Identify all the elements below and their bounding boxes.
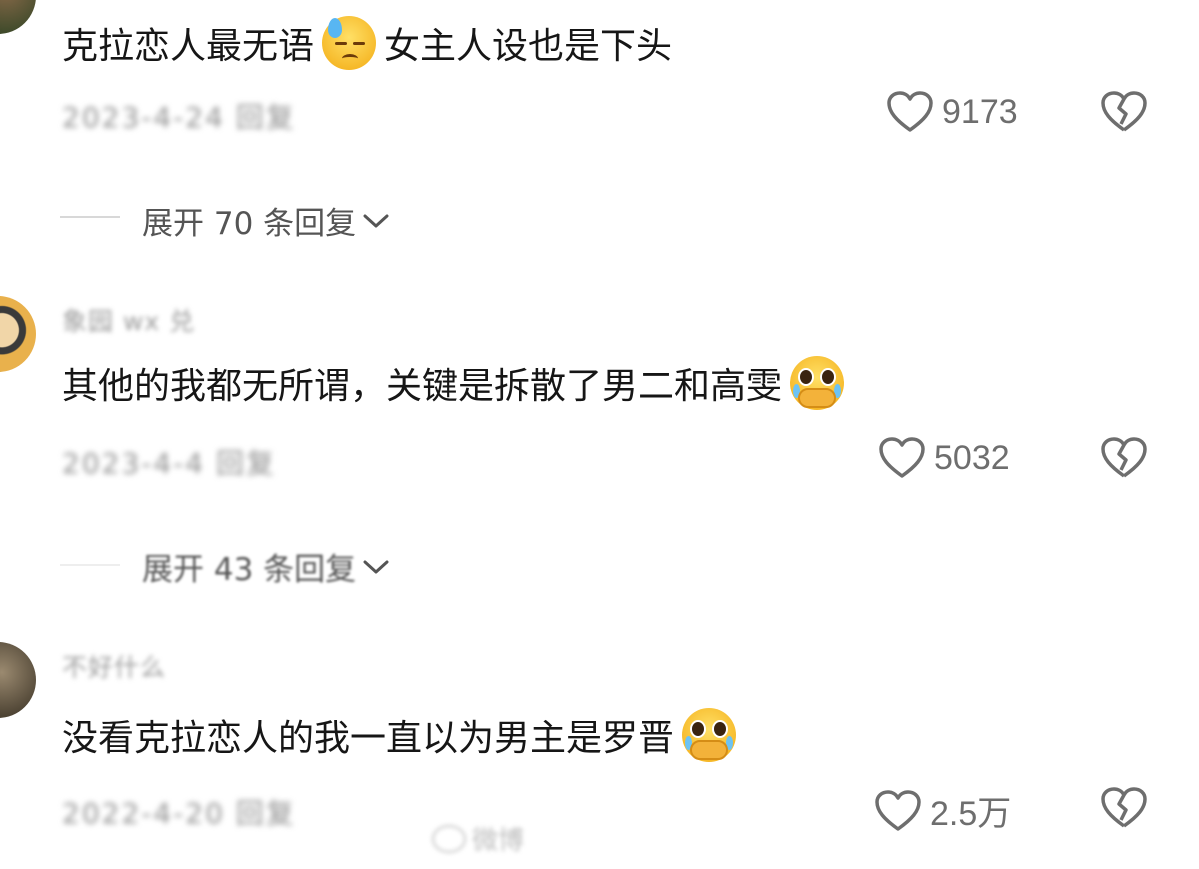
comment-text-part: 女主人设也是下头 <box>384 26 673 67</box>
chevron-down-icon <box>362 203 390 239</box>
broken-heart-icon[interactable] <box>1100 90 1148 134</box>
comment-meta: 2023-4-4 回复 5032 <box>0 430 1199 490</box>
expand-label: 展开 43 条回复 <box>142 552 357 588</box>
username[interactable]: 象园 wx 兑 <box>62 302 195 338</box>
divider <box>60 564 120 566</box>
heart-icon <box>878 436 926 480</box>
pleading-face-emoji <box>790 356 845 410</box>
expand-replies-button[interactable]: 展开 70 条回复 <box>142 198 390 243</box>
expand-label: 展开 70 条回复 <box>142 206 357 242</box>
broken-heart-icon[interactable] <box>1100 786 1148 830</box>
expand-replies-button[interactable]: 展开 43 条回复 <box>142 544 390 589</box>
watermark: 微博 <box>432 820 524 857</box>
like-count: 2.5万 <box>930 795 1012 833</box>
like-button[interactable]: 2.5万 <box>874 786 1011 835</box>
heart-icon <box>874 789 922 833</box>
comment-text: 没看克拉恋人的我一直以为男主是罗晋 <box>62 708 744 762</box>
broken-heart-icon[interactable] <box>1100 436 1148 480</box>
watermark-text: 微博 <box>472 826 525 856</box>
chevron-down-icon <box>362 549 390 585</box>
comment-meta: 2022-4-20 回复 2.5万 <box>0 782 1199 842</box>
comment-meta: 2023-4-24 回复 9173 <box>0 86 1199 146</box>
divider <box>60 216 120 218</box>
like-button[interactable]: 5032 <box>878 436 1010 480</box>
avatar[interactable] <box>0 642 36 718</box>
comment-text-part: 其他的我都无所谓，关键是拆散了男二和高雯 <box>62 366 783 407</box>
timestamp-reply[interactable]: 2023-4-24 回复 <box>62 96 296 136</box>
like-count: 5032 <box>934 438 1010 477</box>
username[interactable]: 不好什么 <box>62 648 166 684</box>
like-button[interactable]: 9173 <box>886 90 1018 134</box>
heart-icon <box>886 90 934 134</box>
comment-text-part: 没看克拉恋人的我一直以为男主是罗晋 <box>62 718 675 759</box>
avatar[interactable] <box>0 296 36 372</box>
comment-text: 其他的我都无所谓，关键是拆散了男二和高雯 <box>62 356 852 410</box>
pleading-face-emoji <box>682 708 737 762</box>
like-count: 9173 <box>942 92 1018 131</box>
comment-text: 克拉恋人最无语 女主人设也是下头 <box>62 16 672 70</box>
downcast-sweat-emoji <box>322 16 377 70</box>
avatar[interactable] <box>0 0 36 34</box>
weibo-logo-icon <box>432 824 466 853</box>
timestamp-reply[interactable]: 2023-4-4 回复 <box>62 442 276 482</box>
timestamp-reply[interactable]: 2022-4-20 回复 <box>62 792 296 832</box>
comment-text-part: 克拉恋人最无语 <box>62 26 315 67</box>
